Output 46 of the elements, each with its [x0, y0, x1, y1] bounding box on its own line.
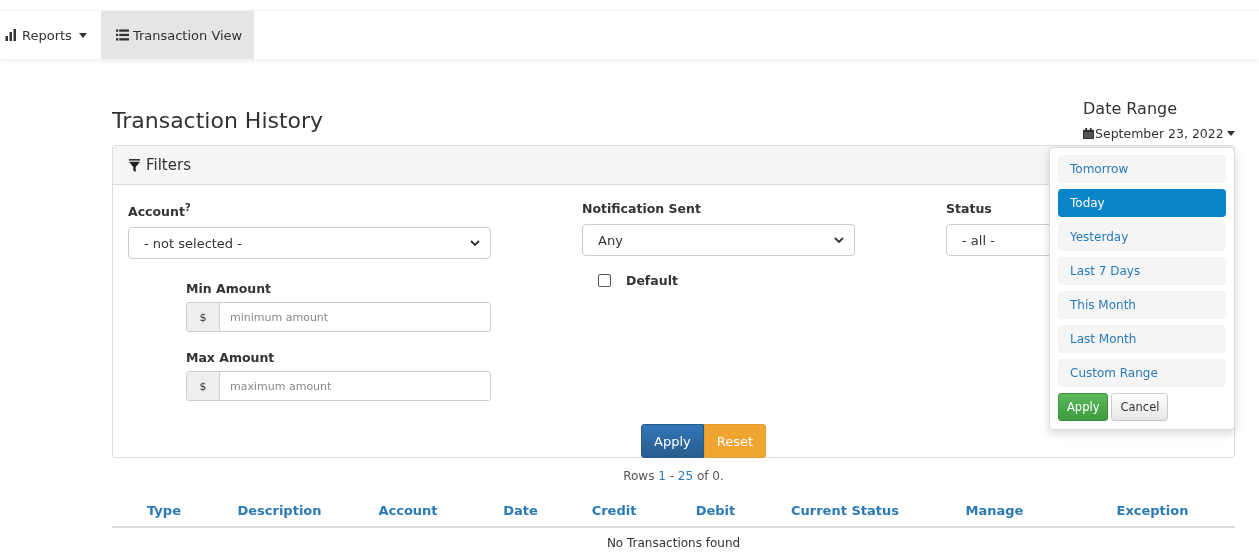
page-title: Transaction History [112, 108, 324, 133]
range-option[interactable]: Yesterday [1058, 223, 1226, 251]
range-button[interactable]: Apply [1058, 393, 1109, 421]
list-icon [115, 29, 129, 41]
column-header[interactable]: Date [473, 503, 568, 518]
range-option[interactable]: Last 7 Days [1058, 257, 1226, 285]
empty-message: No Transactions found [605, 535, 742, 550]
calendar-icon [1083, 128, 1094, 139]
amount-field[interactable]: $ minimum amount [186, 302, 491, 333]
field-label: Min Amount [186, 281, 272, 297]
checkbox[interactable] [598, 274, 611, 287]
range-option[interactable]: Today [1058, 189, 1226, 217]
range-option[interactable]: Last Month [1058, 325, 1226, 353]
range-option[interactable]: Custom Range [1058, 359, 1226, 387]
column-header[interactable]: Type [112, 503, 216, 518]
column-header[interactable]: Exception [1070, 503, 1235, 518]
filter-button[interactable]: Apply [641, 424, 704, 458]
date-range-label: Date Range [1083, 99, 1179, 118]
filter-icon [129, 158, 140, 172]
nav-tab[interactable]: Reports [0, 11, 97, 59]
amount-field[interactable]: $ maximum amount [186, 371, 491, 402]
caret-icon [1226, 131, 1235, 136]
panel-title: Filters [146, 156, 191, 174]
field-label: Account$^{?}$ [128, 201, 191, 220]
column-header[interactable]: Current Status [771, 503, 919, 518]
range-button[interactable]: Cancel [1111, 393, 1169, 421]
column-header[interactable]: Manage [919, 503, 1070, 518]
field-label: Max Amount [186, 350, 275, 366]
column-header[interactable]: Description [216, 503, 343, 518]
range-option[interactable]: Tomorrow [1058, 155, 1226, 183]
rows-info: Rows 1 - 25 of 0. [622, 469, 725, 483]
caret-icon [78, 32, 87, 38]
notification-select[interactable]: Any [582, 224, 855, 256]
field-label: Notification Sent [582, 201, 701, 216]
chevron-icon [470, 240, 480, 247]
date-range-picker[interactable]: September 23, 2022 [1083, 126, 1235, 141]
nav-tab[interactable]: Transaction View [100, 11, 255, 59]
account-select[interactable]: - not selected - [128, 227, 491, 260]
column-header[interactable]: Debit [660, 503, 771, 518]
column-header[interactable]: Account [343, 503, 473, 518]
chevron-icon [834, 237, 844, 243]
column-header[interactable]: Credit [568, 503, 660, 518]
range-option[interactable]: This Month [1058, 291, 1226, 319]
checkbox-label: Default [626, 273, 678, 288]
bar-chart-icon [5, 29, 18, 41]
field-label: Status [946, 201, 992, 216]
